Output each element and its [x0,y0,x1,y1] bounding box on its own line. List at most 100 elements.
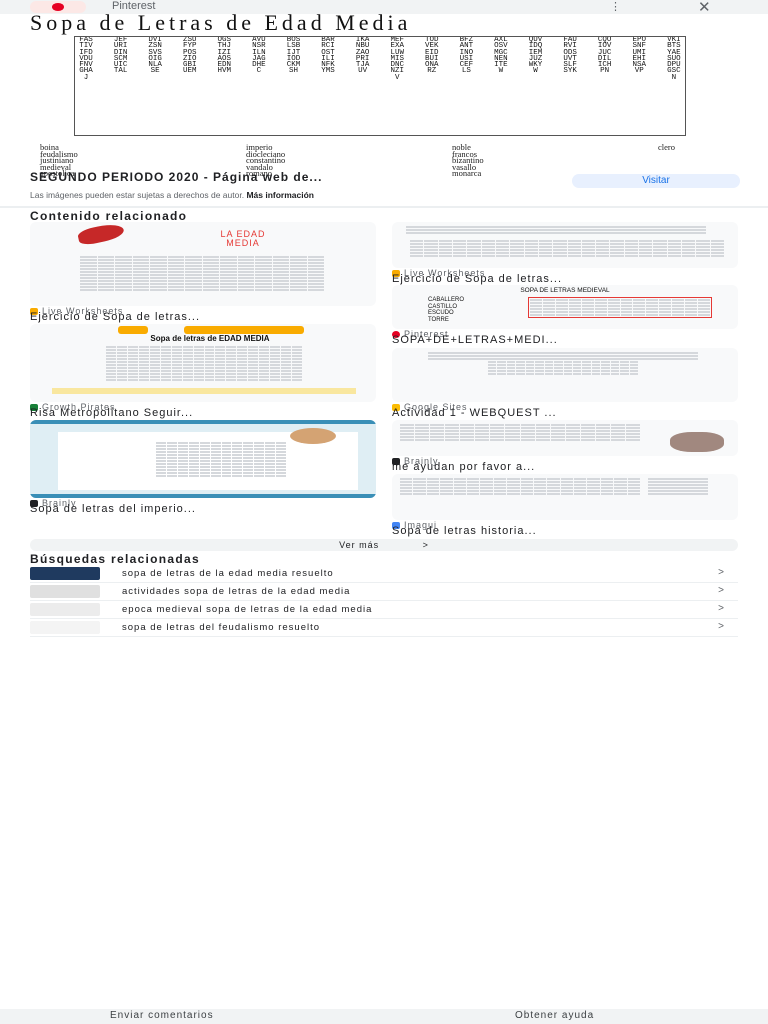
grid-cell [248,367,259,369]
grid-cell [672,311,685,313]
grid-cell [281,379,292,381]
grid-cell [520,481,533,483]
grid-cell [193,346,204,348]
related-search-item[interactable]: epoca medieval sopa de letras de la edad… [30,602,738,619]
related-card-thumbnail[interactable] [392,420,738,456]
grid-cell [587,478,600,480]
card-title[interactable]: me ayudan por favor a... [392,461,535,473]
grid-cell [530,311,542,313]
grid-cell [265,466,276,468]
related-search-item[interactable]: actividades sopa de letras de la edad me… [30,584,738,601]
card-title[interactable]: Ejercicio de Sopa de letras... [30,311,200,323]
related-search-item[interactable]: sopa de letras de la edad media resuelto… [30,566,738,583]
grid-cell [185,283,202,285]
grid-cell [254,460,265,462]
send-feedback-link[interactable]: Enviar comentarios [110,1010,214,1021]
grid-cell [625,430,640,432]
result-title-link[interactable]: SEGUNDO PERIODO 2020 - Página web de... [30,171,570,183]
grid-cell [226,346,237,348]
grid-cell [400,493,413,495]
grid-cell [259,379,270,381]
grid-cell [567,240,581,242]
grid-cell [544,364,554,366]
grid-cell [210,460,221,462]
grid-cell [415,433,430,435]
grid-cell [544,361,554,363]
grid-cell [115,286,132,288]
grid-cell [466,484,480,486]
grid-cell [475,424,490,426]
grid-cell [204,364,215,366]
grid-cell [226,379,237,381]
grid-cell [167,265,184,267]
thumb-word: CABALLERO [428,297,465,303]
related-card-thumbnail[interactable]: SOPA DE LETRAS MEDIEVAL CABALLERO CASTIL… [392,285,738,329]
card-title[interactable]: Risa Metropolitano Seguir... [30,407,193,419]
card-title[interactable]: SOPA+DE+LETRAS+MEDI... [392,334,558,346]
search-thumbnail [30,567,100,580]
copyright-text: Las imágenes pueden estar sujetas a dere… [30,190,245,200]
grid-cell [182,349,193,351]
grid-cell [413,487,426,489]
grid-cell [510,252,524,254]
card-title[interactable]: Ejercicio de Sopa de letras... [392,273,562,285]
grid-cell [272,262,289,264]
more-info-link[interactable]: Más información [246,190,314,200]
grid-cell [248,370,259,372]
visit-button[interactable]: Visitar [572,174,740,188]
grid-cell [653,246,667,248]
grid-cell [506,367,516,369]
grid-cell [438,240,452,242]
word-list: boina feudalismo justiniano medieval apostol… [40,143,740,177]
grid-cell [659,311,672,313]
grid-cell [215,349,226,351]
illustration-icon [290,428,336,444]
grid-cell [116,358,127,360]
grid-cell [415,439,430,441]
related-search-item[interactable]: sopa de letras del feudalismo resuelto > [30,620,738,637]
related-card-thumbnail[interactable] [392,222,738,268]
related-card-thumbnail[interactable]: Sopa de letras de EDAD MEDIA [30,324,376,402]
grid-cell [563,361,572,363]
related-card-thumbnail[interactable] [30,420,376,498]
grid-cell [259,373,270,375]
grid-cell [156,457,166,459]
letter-grid[interactable]: FASTIVIFDVDUFNVGHAJ JEFURIDINSCMUICTAL DVI… [74,36,686,136]
grid-cell [210,445,221,447]
grid-cell [248,379,259,381]
grid-cell [138,364,149,366]
grid-cell [610,255,624,257]
grid-cell [167,277,184,279]
grid-cell [415,427,430,429]
card-title[interactable]: Sopa de letras del imperio... [30,503,196,515]
grid-cell [270,352,281,354]
grid-cell [672,314,685,316]
related-card-thumbnail[interactable]: LA EDAD MEDIA [30,222,376,306]
grid-cell [255,286,272,288]
grid-cell [116,370,127,372]
grid-cell [307,256,324,258]
grid-cell [254,442,265,444]
related-card-thumbnail[interactable] [392,348,738,402]
grid-cell [520,430,535,432]
grid-cell [525,364,535,366]
card-title[interactable]: Actividad 1 - WEBQUEST ... [392,407,557,419]
word-bank-bar [52,388,356,394]
card-title[interactable]: Sopa de letras historia... [392,525,537,537]
grid-cell [115,268,132,270]
grid-cell [149,349,160,351]
grid-cell [292,346,302,348]
grid-cell [516,358,525,360]
grid-cell [555,302,568,304]
grid-cell [115,277,132,279]
grid-cell [467,243,481,245]
grid-cell [270,370,281,372]
grid-cell [547,484,560,486]
get-help-link[interactable]: Obtener ayuda [515,1010,594,1021]
search-thumbnail [30,603,100,616]
grid-cell [400,439,415,441]
grid-cell [204,379,215,381]
grid-cell [580,427,595,429]
see-more-button[interactable]: Ver más > [30,539,738,551]
related-card-thumbnail[interactable] [392,474,738,520]
